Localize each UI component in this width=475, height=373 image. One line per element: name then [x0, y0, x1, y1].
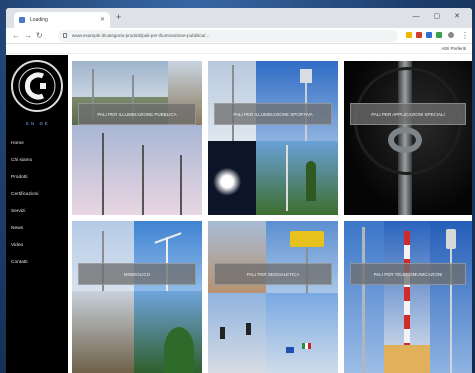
photo-wind-town — [72, 291, 134, 373]
tile-label: PALI PER TELECOMUNICAZIONI — [350, 263, 466, 285]
tile-label: PALI PER ILLUMINAZIONE SPORTIVA — [214, 103, 332, 125]
browser-window: Loading ✕ + — ▢ ✕ ← → ↻ www.example.it/c… — [6, 8, 472, 373]
tile-label: PALI PER ILLUMINAZIONE PUBBLICA — [78, 103, 196, 125]
tile-label: PALI PER SEGNALETICA — [214, 263, 332, 285]
product-tile-special-applications[interactable]: PALI PER APPLICAZIONI SPECIALI — [344, 61, 472, 215]
photo-knotted-pole — [344, 61, 472, 215]
web-page: EN DE Home Chi siamo Prodotti Certificaz… — [6, 55, 472, 373]
menu-item-chi-siamo[interactable]: Chi siamo — [11, 158, 32, 163]
menu-item-servizi[interactable]: Servizi — [11, 209, 25, 214]
language-switch[interactable]: EN DE — [26, 121, 50, 126]
menu-item-prodotti[interactable]: Prodotti — [11, 175, 28, 180]
photo-tall-pole — [344, 221, 384, 373]
window-controls[interactable]: — ▢ ✕ — [413, 12, 466, 20]
close-tab-icon[interactable]: ✕ — [100, 16, 105, 23]
reload-icon[interactable]: ↻ — [36, 31, 43, 40]
plus-icon[interactable]: + — [116, 13, 121, 22]
lock-icon — [63, 33, 67, 38]
photo-red-white-mast — [384, 221, 430, 373]
extension-icon[interactable] — [436, 32, 442, 38]
product-tile-sport-lighting[interactable]: PALI PER ILLUMINAZIONE SPORTIVA — [208, 61, 338, 215]
photo-stadium-trees — [256, 141, 338, 215]
profile-avatar-icon[interactable] — [448, 32, 454, 38]
star-icon[interactable] — [406, 32, 412, 38]
tab-strip: Loading ✕ + — ▢ ✕ — [6, 8, 472, 28]
url-text: www.example.it/categoria-prodotti/pali-p… — [72, 33, 210, 38]
menu-item-contatti[interactable]: Contatti — [11, 260, 28, 265]
photo-antenna — [430, 221, 472, 373]
photo-flags — [266, 293, 338, 373]
photo-traffic-lights — [208, 293, 266, 373]
product-tile-mini-wind[interactable]: MINIEOLICO — [72, 221, 202, 373]
menu-item-certificazioni[interactable]: Certificazioni — [11, 192, 38, 197]
favicon-icon — [19, 17, 25, 23]
bookmark-folder[interactable]: Altri Preferiti — [441, 46, 466, 51]
menu-item-news[interactable]: News — [11, 226, 23, 231]
product-tile-public-lighting[interactable]: PALI PER ILLUMINAZIONE PUBBLICA — [72, 61, 202, 215]
menu-item-home[interactable]: Home — [11, 141, 24, 146]
extension-icon[interactable] — [416, 32, 422, 38]
photo-mast — [208, 61, 256, 141]
forward-icon[interactable]: → — [24, 31, 32, 40]
extension-icon[interactable] — [426, 32, 432, 38]
product-tile-signage[interactable]: PALI PER SEGNALETICA — [208, 221, 338, 373]
tile-label: MINIEOLICO — [78, 263, 196, 285]
photo-streetlights-dusk — [72, 125, 202, 215]
menu-dots-icon[interactable]: ⋮ — [461, 31, 469, 40]
photo-night-flood — [208, 141, 256, 215]
tile-label: PALI PER APPLICAZIONI SPECIALI — [350, 103, 466, 125]
back-icon[interactable]: ← — [12, 31, 20, 40]
sidebar: EN DE Home Chi siamo Prodotti Certificaz… — [6, 55, 68, 373]
address-bar[interactable]: www.example.it/categoria-prodotti/pali-p… — [58, 30, 398, 42]
photo-wind-tree — [134, 291, 202, 373]
browser-tab[interactable]: Loading ✕ — [14, 12, 110, 28]
photo-floodlight-tower — [256, 61, 338, 141]
browser-toolbar: ← → ↻ www.example.it/categoria-prodotti/… — [6, 28, 472, 44]
company-logo[interactable] — [10, 59, 64, 113]
product-tile-telecom[interactable]: PALI PER TELECOMUNICAZIONI — [344, 221, 472, 373]
menu-item-video[interactable]: Video — [11, 243, 23, 248]
tab-title: Loading — [30, 17, 48, 23]
bookmarks-bar: Altri Preferiti — [6, 44, 472, 54]
